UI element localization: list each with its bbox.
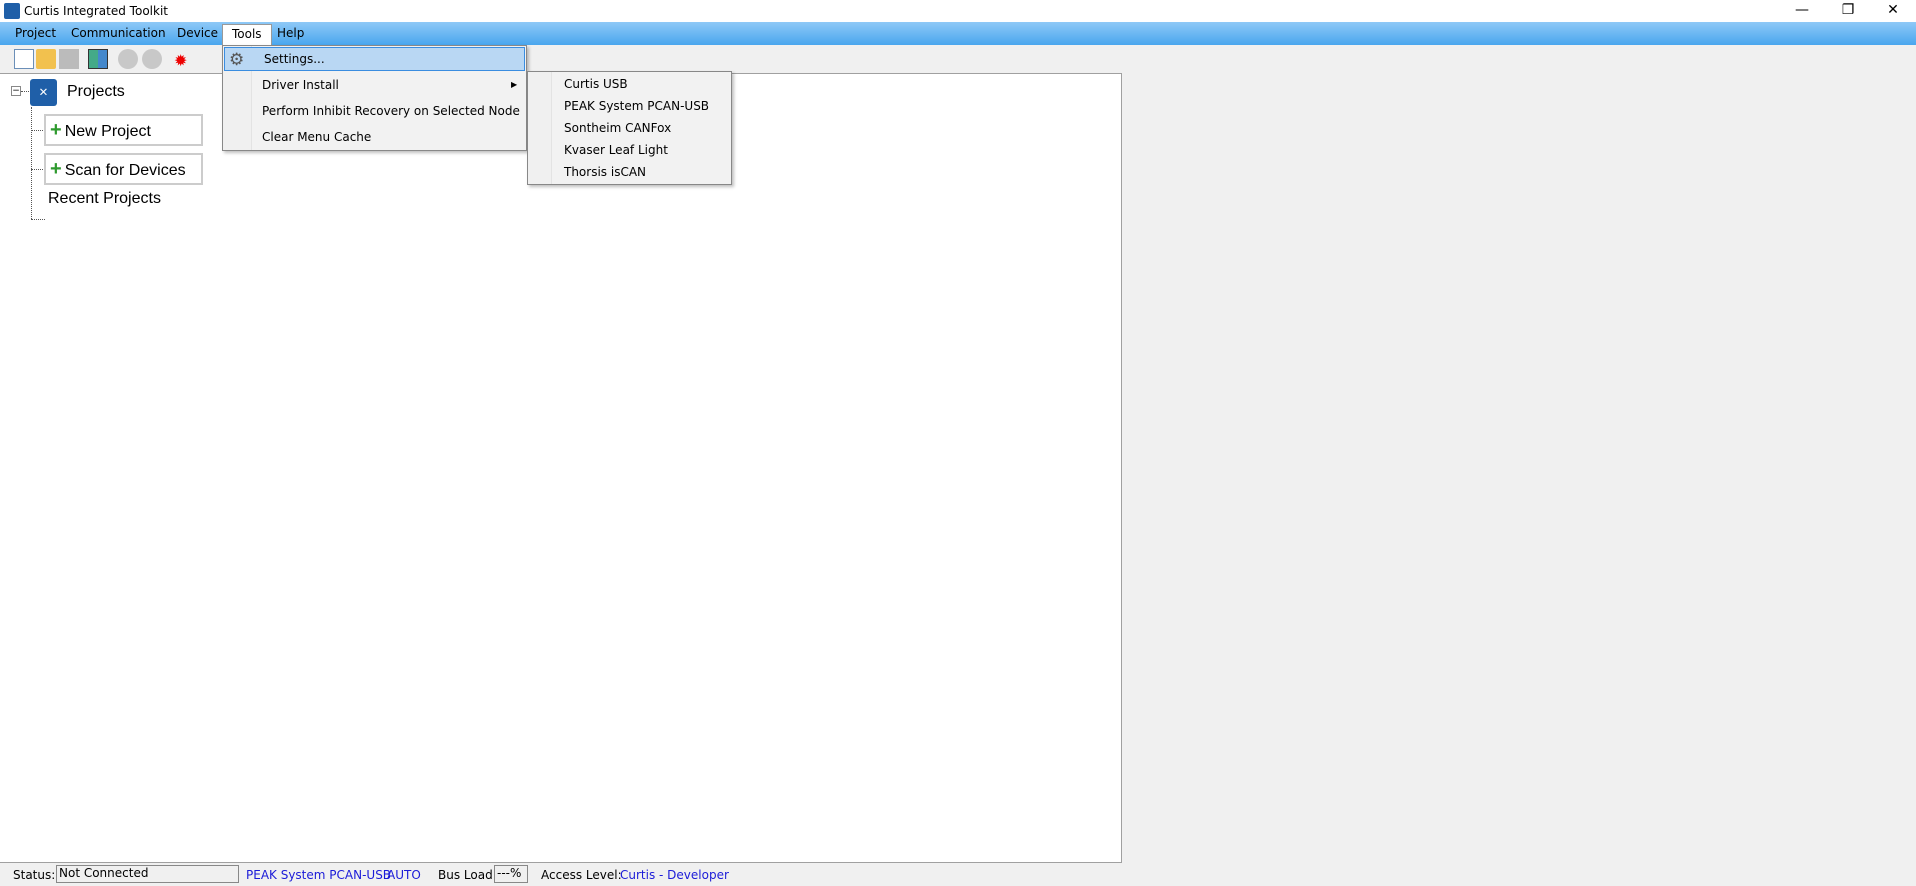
projects-icon: ✕	[30, 79, 57, 106]
connect-icon[interactable]	[118, 49, 138, 69]
menu-item-clear-cache[interactable]: Clear Menu Cache	[223, 124, 526, 150]
flash-led-icon[interactable]: ✹	[174, 51, 187, 70]
driver-peak-pcan-usb[interactable]: PEAK System PCAN-USB	[564, 95, 709, 117]
bus-load-label: Bus Load:	[438, 868, 497, 882]
status-bar: Status: Not Connected PEAK System PCAN-U…	[0, 863, 1916, 886]
menu-help[interactable]: Help	[268, 24, 313, 45]
mode-value: AUTO	[387, 868, 421, 882]
app-icon	[4, 3, 20, 19]
access-level-value: Curtis - Developer	[620, 868, 729, 882]
restore-button[interactable]: ❐	[1825, 0, 1871, 22]
settings-label: Settings...	[264, 52, 325, 66]
menu-bar: Project Communication Device Tools Help	[0, 22, 1916, 45]
driver-install-submenu: Curtis USB PEAK System PCAN-USB Sontheim…	[527, 71, 732, 185]
menu-tools[interactable]: Tools	[222, 24, 272, 45]
collapse-toggle[interactable]: −	[11, 86, 21, 96]
window-title: Curtis Integrated Toolkit	[24, 4, 168, 18]
status-label: Status:	[13, 868, 56, 882]
driver-kvaser-leaf-light[interactable]: Kvaser Leaf Light	[564, 139, 668, 161]
driver-curtis-usb[interactable]: Curtis USB	[564, 73, 628, 95]
new-file-icon[interactable]	[14, 49, 34, 69]
new-project-button[interactable]: + New Project	[44, 114, 203, 146]
menu-communication[interactable]: Communication	[62, 24, 175, 45]
status-value: Not Connected	[56, 865, 239, 883]
menu-item-driver-install[interactable]: Driver Install ▶	[223, 72, 526, 98]
title-bar: Curtis Integrated Toolkit — ❐ ✕	[0, 0, 1916, 22]
driver-thorsis-iscan[interactable]: Thorsis isCAN	[564, 161, 646, 183]
driver-install-label: Driver Install	[262, 78, 339, 92]
layout-icon[interactable]	[88, 49, 108, 69]
plus-icon: +	[50, 158, 62, 180]
recent-projects-node[interactable]: Recent Projects	[48, 190, 161, 208]
save-icon[interactable]	[59, 49, 79, 69]
tools-dropdown: ⚙ Settings... Driver Install ▶ Perform I…	[222, 45, 527, 151]
access-level-label: Access Level:	[541, 868, 622, 882]
interface-name: PEAK System PCAN-USB	[246, 868, 392, 882]
plus-icon: +	[50, 119, 62, 141]
project-tree: − ✕ Projects + New Project + Scan for Devi…	[0, 73, 1122, 863]
new-project-label: New Project	[64, 123, 151, 140]
scan-label: Scan for Devices	[64, 162, 186, 179]
close-button[interactable]: ✕	[1870, 0, 1916, 22]
minimize-button[interactable]: —	[1779, 0, 1825, 22]
tree-root-projects[interactable]: Projects	[67, 83, 125, 101]
open-folder-icon[interactable]	[36, 49, 56, 69]
driver-sontheim-canfox[interactable]: Sontheim CANFox	[564, 117, 671, 139]
disconnect-icon[interactable]	[142, 49, 162, 69]
menu-project[interactable]: Project	[6, 24, 65, 45]
menu-item-settings[interactable]: ⚙ Settings...	[224, 47, 525, 71]
scan-devices-button[interactable]: + Scan for Devices	[44, 153, 203, 185]
menu-device[interactable]: Device	[168, 24, 227, 45]
gear-icon: ⚙	[229, 50, 245, 70]
bus-load-value: ---%	[494, 865, 528, 883]
submenu-arrow-icon: ▶	[511, 80, 518, 89]
menu-item-inhibit-recovery[interactable]: Perform Inhibit Recovery on Selected Nod…	[223, 98, 526, 124]
